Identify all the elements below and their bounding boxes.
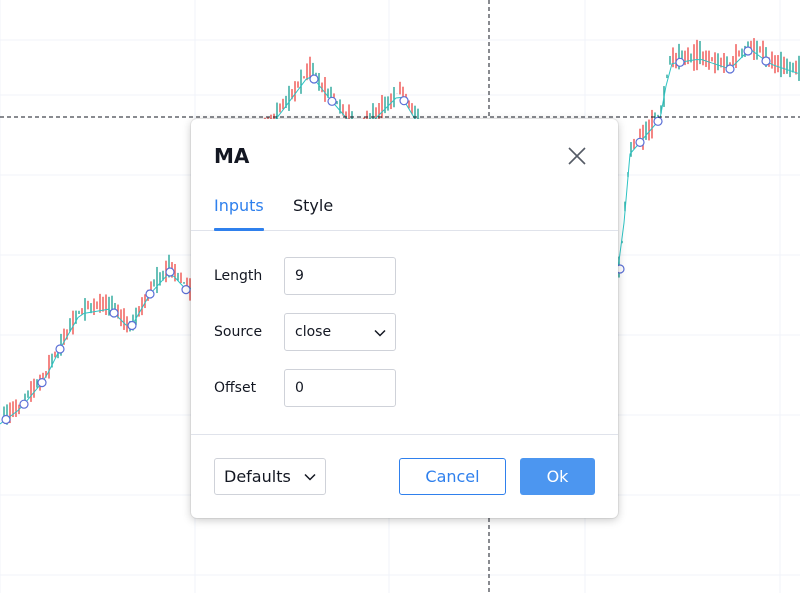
ma-marker <box>37 378 47 388</box>
chevron-down-icon <box>304 473 316 481</box>
ok-button[interactable]: Ok <box>520 458 595 495</box>
ma-marker <box>127 320 137 331</box>
tab-inputs[interactable]: Inputs <box>214 196 264 231</box>
source-value: close <box>295 324 332 340</box>
ma-marker <box>327 96 337 106</box>
ma-marker <box>653 116 663 126</box>
offset-label: Offset <box>214 380 257 396</box>
ma-marker <box>761 56 771 66</box>
source-select[interactable]: close <box>284 313 396 351</box>
ma-marker <box>55 344 65 354</box>
offset-input[interactable]: 0 <box>284 369 396 407</box>
ma-marker <box>399 96 409 106</box>
ma-marker <box>1 414 11 425</box>
source-label: Source <box>214 324 263 340</box>
ma-marker <box>165 267 175 277</box>
close-button[interactable] <box>565 144 589 168</box>
defaults-label: Defaults <box>224 467 291 486</box>
ma-marker <box>19 399 29 409</box>
ma-marker <box>635 137 645 147</box>
indicator-settings-dialog: MA Inputs Style Length 9 Source close Of… <box>191 119 618 518</box>
cancel-button[interactable]: Cancel <box>399 458 506 495</box>
tab-style[interactable]: Style <box>293 196 333 231</box>
defaults-dropdown[interactable]: Defaults <box>214 458 326 495</box>
dialog-title: MA <box>214 144 250 168</box>
ma-marker <box>309 74 319 84</box>
ma-marker <box>725 64 735 74</box>
length-input[interactable]: 9 <box>284 257 396 295</box>
close-icon <box>568 147 586 165</box>
ma-marker <box>743 46 753 56</box>
ma-marker <box>145 289 155 299</box>
chevron-down-icon <box>374 329 386 337</box>
footer-divider <box>191 434 618 435</box>
ma-marker <box>109 308 119 318</box>
ma-marker <box>181 285 191 295</box>
length-label: Length <box>214 268 263 284</box>
ma-marker <box>675 57 685 67</box>
tab-bar: Inputs Style <box>191 196 618 231</box>
